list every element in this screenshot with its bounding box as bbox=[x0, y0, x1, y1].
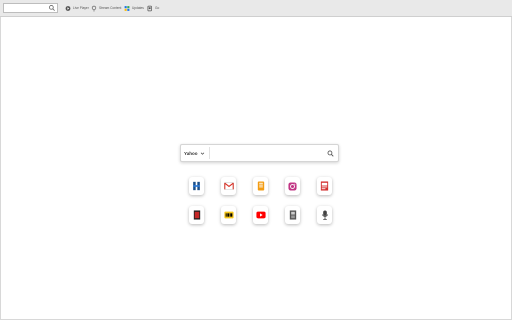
book-icon bbox=[257, 181, 264, 191]
toolbar-link-live-player[interactable]: Live Player bbox=[65, 3, 89, 13]
toolbar: Live Player Stream Content Updates Go bbox=[0, 0, 512, 17]
shortcut-tile[interactable] bbox=[253, 177, 268, 195]
toolbar-link-stream-content[interactable]: Stream Content bbox=[91, 3, 121, 13]
toolbar-link-label: Stream Content bbox=[99, 6, 122, 10]
shortcut-tile[interactable] bbox=[189, 206, 204, 224]
stream-icon bbox=[91, 5, 97, 11]
shortcut-tile[interactable] bbox=[285, 177, 300, 195]
toolbar-link-go[interactable]: Go bbox=[147, 3, 159, 13]
updates-icon bbox=[124, 5, 130, 11]
toolbar-search-input[interactable] bbox=[5, 4, 49, 12]
film-reel-icon bbox=[289, 210, 296, 220]
youtube-icon bbox=[255, 211, 266, 219]
toolbar-link-label: Live Player bbox=[73, 6, 89, 10]
shortcut-tile[interactable] bbox=[221, 206, 236, 224]
search-engine-select[interactable]: Yahoo bbox=[184, 148, 208, 158]
search-button[interactable] bbox=[326, 148, 335, 158]
search-icon bbox=[327, 150, 334, 157]
toolbar-search-field[interactable] bbox=[3, 3, 58, 13]
podcast-icon bbox=[321, 210, 328, 220]
imdb-icon bbox=[223, 211, 234, 219]
toolbar-link-updates[interactable]: Updates bbox=[124, 3, 144, 13]
tv-channel-icon bbox=[193, 181, 200, 191]
gmail-icon bbox=[223, 182, 234, 190]
search-input[interactable] bbox=[212, 147, 322, 159]
news-icon bbox=[320, 181, 329, 191]
shortcut-tile[interactable] bbox=[317, 206, 332, 224]
toolbar-link-label: Go bbox=[155, 6, 160, 10]
toolbar-link-label: Updates bbox=[132, 6, 144, 10]
search-box: Yahoo bbox=[180, 144, 339, 162]
search-icon[interactable] bbox=[48, 4, 56, 12]
search-engine-label: Yahoo bbox=[184, 150, 198, 156]
chevron-down-icon bbox=[200, 152, 204, 155]
shortcut-tile[interactable] bbox=[253, 206, 268, 224]
go-icon bbox=[147, 5, 152, 11]
instagram-icon bbox=[288, 181, 297, 191]
search-divider bbox=[209, 147, 210, 159]
shortcut-tile[interactable] bbox=[285, 206, 300, 224]
shortcut-tile[interactable] bbox=[221, 177, 236, 195]
live-player-icon bbox=[65, 5, 71, 11]
movie-icon bbox=[193, 210, 200, 220]
shortcut-tile[interactable] bbox=[189, 177, 204, 195]
shortcut-tile[interactable] bbox=[317, 177, 332, 195]
